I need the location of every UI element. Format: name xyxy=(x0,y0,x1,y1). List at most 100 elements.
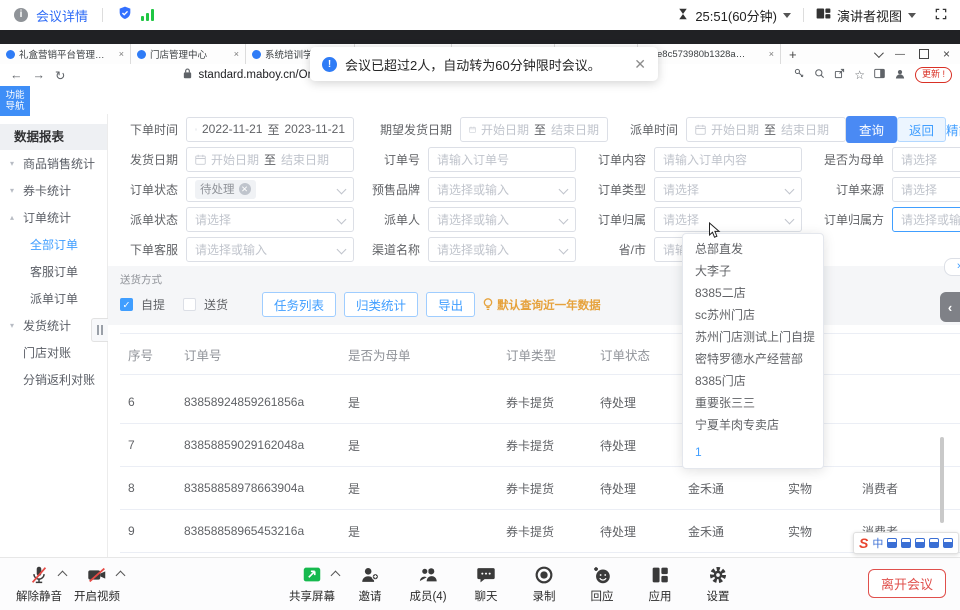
col-order-no[interactable]: 订单号 xyxy=(176,334,340,375)
sidebar-item-product-sales[interactable]: ▾商品销售统计 xyxy=(0,150,107,177)
apps-button[interactable]: 应用 xyxy=(631,562,689,606)
dropdown-option[interactable]: 8385二店 xyxy=(683,282,823,304)
settings-button[interactable]: 设置 xyxy=(689,562,747,606)
dropdown-option[interactable]: 苏州门店测试上门自提 xyxy=(683,326,823,348)
minimize-button[interactable]: — xyxy=(895,49,905,60)
back-button[interactable]: 返回 xyxy=(897,117,946,142)
tab-close-icon[interactable]: × xyxy=(119,49,124,59)
tab-close-icon[interactable]: × xyxy=(234,49,239,59)
remove-tag-icon[interactable]: ✕ xyxy=(239,183,251,195)
dropdown-option[interactable]: sc苏州门店 xyxy=(683,304,823,326)
share-screen-button[interactable]: 共享屏幕 xyxy=(283,562,341,606)
ime-lang-icon[interactable]: 中 xyxy=(872,535,883,551)
leave-meeting-button[interactable]: 离开会议 xyxy=(868,569,946,598)
col-is-parent[interactable]: 是否为母单 xyxy=(340,334,498,375)
order-cs-select[interactable]: 请选择或输入 xyxy=(186,237,354,262)
lock-icon[interactable] xyxy=(183,68,192,82)
bookmark-star-icon[interactable]: ☆ xyxy=(854,68,865,82)
browser-tab[interactable]: 门店管理中心 × xyxy=(131,44,246,64)
task-list-button[interactable]: 任务列表 xyxy=(262,292,336,317)
sidebar-item-order-stats[interactable]: ▴订单统计 xyxy=(0,204,107,231)
is-parent-select[interactable]: 请选择 xyxy=(892,147,960,172)
chevron-up-icon[interactable] xyxy=(58,571,68,581)
shield-check-icon[interactable] xyxy=(117,5,133,26)
ime-toolbar[interactable]: S 中 xyxy=(853,532,959,554)
browser-tab[interactable]: e8c573980b1328a258fd2e6 × xyxy=(638,44,781,64)
presale-brand-select[interactable]: 请选择或输入 xyxy=(428,177,576,202)
order-status-select[interactable]: 待处理✕ xyxy=(186,177,354,202)
unmute-button[interactable]: 解除静音 xyxy=(10,562,68,606)
order-source-select[interactable]: 请选择 xyxy=(892,177,960,202)
forward-icon[interactable]: → xyxy=(33,68,46,82)
dispatch-time-range-picker[interactable]: 开始日期 至 结束日期 xyxy=(686,117,846,142)
dropdown-option[interactable]: 总部直发 xyxy=(683,238,823,260)
dropdown-option[interactable]: 重要张三三 xyxy=(683,392,823,414)
ime-mic-icon[interactable] xyxy=(901,538,911,548)
start-video-button[interactable]: 开启视频 xyxy=(68,562,126,606)
dispatch-status-select[interactable]: 请选择 xyxy=(186,207,354,232)
new-tab-button[interactable]: + xyxy=(781,47,805,62)
pickup-checkbox[interactable] xyxy=(120,298,133,311)
sidebar-item-rebate-reconcile[interactable]: 分销返利对账 xyxy=(0,366,107,393)
col-no[interactable]: 序号 xyxy=(120,334,176,375)
col-customer[interactable] xyxy=(854,334,958,375)
export-button[interactable]: 导出 xyxy=(426,292,475,317)
zoom-icon[interactable] xyxy=(814,68,825,82)
table-row[interactable]: 8 83858858978663904a 是 券卡提货 待处理 金禾通 实物 消… xyxy=(120,467,960,510)
scrollbar[interactable] xyxy=(940,437,944,523)
ime-toolbox-icon[interactable] xyxy=(943,538,953,548)
sidebar-item-store-reconcile[interactable]: 门店对账 xyxy=(0,339,107,366)
sidebar-item-all-orders[interactable]: 全部订单 xyxy=(0,231,107,258)
dropdown-pagination[interactable]: 1 xyxy=(683,440,823,464)
members-button[interactable]: 成员(4) xyxy=(399,562,457,606)
table-row[interactable]: 9 83858858965453216a 是 券卡提货 待处理 金禾通 实物 消… xyxy=(120,510,960,553)
maximize-button[interactable] xyxy=(919,49,929,59)
simple-filter-link[interactable]: 精简筛选 xyxy=(946,120,960,139)
reload-icon[interactable]: ↻ xyxy=(55,68,65,83)
back-icon[interactable]: ← xyxy=(10,68,23,82)
order-time-range-picker[interactable]: 2022-11-21 至 2023-11-21 xyxy=(186,117,354,142)
order-belong-party-select[interactable]: 请选择或输入 xyxy=(892,207,960,232)
ime-logo-icon[interactable]: S xyxy=(859,535,868,551)
col-order-status[interactable]: 订单状态 xyxy=(592,334,680,375)
sidebar-item-dispatch-orders[interactable]: 派单订单 xyxy=(0,285,107,312)
dispatcher-select[interactable]: 请选择或输入 xyxy=(428,207,576,232)
ime-skin-icon[interactable] xyxy=(929,538,939,548)
share-icon[interactable] xyxy=(834,68,845,82)
close-window-button[interactable]: × xyxy=(943,47,950,61)
order-no-input[interactable]: 请输入订单号 xyxy=(428,147,576,172)
delivery-checkbox[interactable] xyxy=(183,298,196,311)
chevron-down-icon[interactable] xyxy=(783,13,791,18)
order-belong-select[interactable]: 请选择 xyxy=(654,207,802,232)
split-screen-icon[interactable] xyxy=(874,68,885,82)
invite-button[interactable]: 邀请 xyxy=(341,562,399,606)
chevron-down-icon[interactable] xyxy=(908,13,916,18)
function-nav-button[interactable]: 功能 导航 xyxy=(0,86,30,116)
browser-tab-active[interactable]: 礼盒营销平台管理中心 × xyxy=(0,44,131,64)
dropdown-option[interactable]: 8385门店 xyxy=(683,370,823,392)
tab-close-icon[interactable]: × xyxy=(769,49,774,59)
key-icon[interactable] xyxy=(794,68,805,82)
col-order-type[interactable]: 订单类型 xyxy=(498,334,592,375)
chevron-up-icon[interactable] xyxy=(331,571,341,581)
search-button[interactable]: 查询 xyxy=(846,116,897,143)
ime-board-icon[interactable] xyxy=(915,538,925,548)
network-signal-icon[interactable] xyxy=(141,9,154,21)
chat-button[interactable]: 聊天 xyxy=(457,562,515,606)
classify-stats-button[interactable]: 归类统计 xyxy=(344,292,418,317)
channel-select[interactable]: 请选择或输入 xyxy=(428,237,576,262)
dropdown-option[interactable]: 大李子 xyxy=(683,260,823,282)
ship-date-range-picker[interactable]: 开始日期 至 结束日期 xyxy=(186,147,354,172)
order-content-input[interactable]: 请输入订单内容 xyxy=(654,147,802,172)
fullscreen-icon[interactable] xyxy=(934,7,948,24)
reactions-button[interactable]: 回应 xyxy=(573,562,631,606)
record-button[interactable]: 录制 xyxy=(515,562,573,606)
table-row[interactable]: 6 83858924859261856a 是 券卡提货 待处理 金禾通自提 手机… xyxy=(120,381,960,424)
expect-ship-date-picker[interactable]: 开始日期 至 结束日期 xyxy=(460,117,608,142)
close-icon[interactable]: ✕ xyxy=(634,56,646,73)
chrome-update-button[interactable]: 更新 ! xyxy=(915,67,952,83)
order-type-select[interactable]: 请选择 xyxy=(654,177,802,202)
chevron-up-icon[interactable] xyxy=(116,571,126,581)
dropdown-option[interactable]: 密特罗德水产经营部 xyxy=(683,348,823,370)
meeting-details-link[interactable]: 会议详情 xyxy=(36,6,88,25)
